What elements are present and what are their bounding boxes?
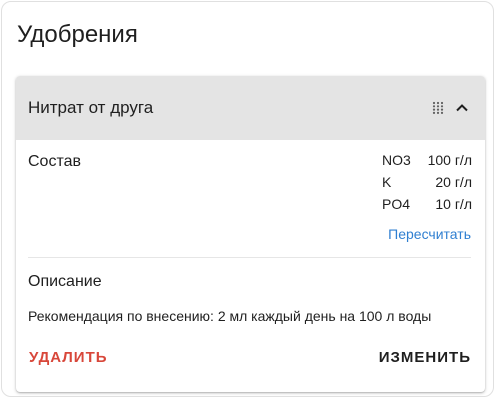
fertilizer-name: Нитрат от друга xyxy=(28,98,154,117)
composition-label: Состав xyxy=(28,153,81,170)
divider xyxy=(28,257,471,258)
edit-button[interactable]: ИЗМЕНИТЬ xyxy=(379,349,471,366)
description-text: Рекомендация по внесению: 2 мл каждый де… xyxy=(28,308,432,324)
description-label: Описание xyxy=(28,273,102,290)
nutrient-value: 100 г/л xyxy=(427,152,472,168)
recalculate-link[interactable]: Пересчитать xyxy=(388,226,471,242)
fertilizer-card: Нитрат от друга Состав NO3 100 г/л K 20 … xyxy=(16,76,485,392)
fertilizers-panel: Удобрения Нитрат от друга Состав NO3 100… xyxy=(1,1,494,397)
delete-button[interactable]: УДАЛИТЬ xyxy=(29,349,108,366)
nutrient-value: 10 г/л xyxy=(435,196,472,212)
page-title: Удобрения xyxy=(17,21,138,48)
card-header[interactable]: Нитрат от друга xyxy=(16,76,485,140)
drag-handle-icon[interactable] xyxy=(432,101,444,115)
nutrient-name: K xyxy=(382,174,392,190)
chevron-up-icon[interactable] xyxy=(454,100,470,116)
nutrient-value: 20 г/л xyxy=(435,174,472,190)
